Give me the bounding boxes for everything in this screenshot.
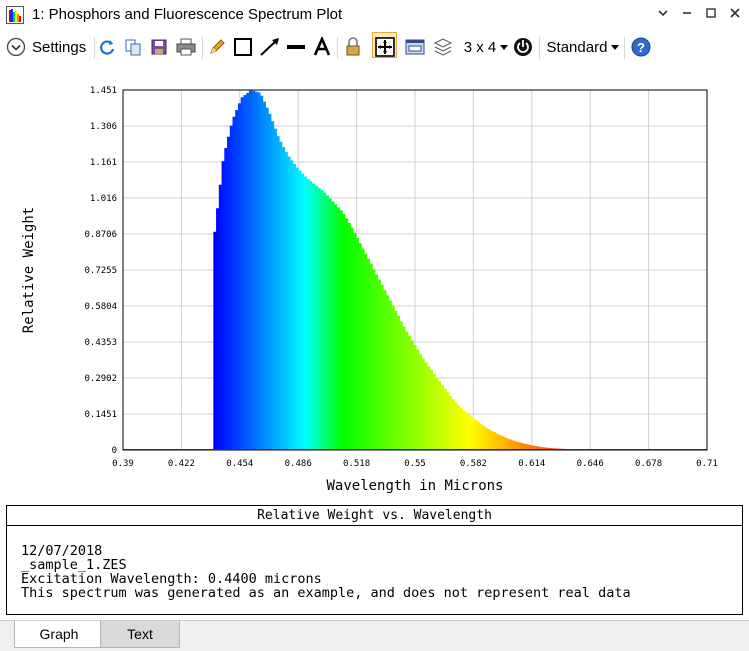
- y-tick-label: 1.451: [90, 86, 117, 96]
- caption-box: Relative Weight vs. Wavelength 12/07/201…: [6, 505, 743, 615]
- y-tick-label: 1.306: [90, 122, 117, 132]
- minimize-button[interactable]: [678, 6, 696, 24]
- tab-bar: Graph Text: [0, 620, 749, 651]
- dropdown-arrow-icon[interactable]: [654, 6, 672, 24]
- chevron-down-circle-icon: [6, 37, 26, 57]
- text-icon[interactable]: [311, 35, 333, 59]
- toolbar-separator: [337, 37, 338, 59]
- x-tick-label: 0.71: [696, 459, 718, 469]
- x-tick-label: 0.55: [404, 459, 426, 469]
- toolbar-separator: [202, 37, 203, 59]
- x-tick-label: 0.486: [285, 459, 312, 469]
- title-bar: 1: Phosphors and Fluorescence Spectrum P…: [0, 0, 749, 30]
- style-dropdown[interactable]: Standard: [546, 35, 620, 59]
- layout-dropdown[interactable]: 3 x 4: [462, 35, 510, 59]
- caret-down-icon: [611, 43, 619, 51]
- y-tick-label: 0: [112, 446, 117, 456]
- toolbar-separator: [539, 37, 540, 59]
- x-tick-label: 0.39: [112, 459, 134, 469]
- print-icon[interactable]: [175, 35, 197, 59]
- y-tick-label: 0.1451: [84, 410, 117, 420]
- lock-icon[interactable]: [343, 35, 363, 59]
- x-tick-label: 0.422: [168, 459, 195, 469]
- settings-label: Settings: [32, 39, 86, 56]
- arrow-icon[interactable]: [258, 35, 282, 59]
- maximize-button[interactable]: [702, 6, 720, 24]
- close-button[interactable]: [726, 6, 744, 24]
- window-title: 1: Phosphors and Fluorescence Spectrum P…: [32, 6, 342, 23]
- settings-button[interactable]: Settings: [6, 35, 94, 59]
- spectrum-app-icon: [6, 6, 24, 24]
- y-axis-label: Relative Weight: [21, 207, 37, 333]
- line-icon[interactable]: [285, 35, 307, 59]
- copy-icon[interactable]: [123, 35, 143, 59]
- svg-text:?: ?: [637, 40, 645, 55]
- caption-title: Relative Weight vs. Wavelength: [7, 506, 742, 526]
- rectangle-icon[interactable]: [232, 35, 254, 59]
- pencil-icon[interactable]: [207, 35, 227, 59]
- x-tick-label: 0.582: [460, 459, 487, 469]
- x-tick-label: 0.454: [226, 459, 253, 469]
- toolbar-separator: [624, 37, 625, 59]
- save-icon[interactable]: [149, 35, 169, 59]
- y-tick-label: 0.4353: [84, 338, 117, 348]
- power-icon[interactable]: [512, 35, 534, 59]
- y-tick-label: 0.7255: [84, 266, 117, 276]
- style-dropdown-label: Standard: [547, 39, 608, 56]
- y-tick-label: 1.016: [90, 194, 117, 204]
- x-tick-label: 0.614: [518, 459, 545, 469]
- y-tick-label: 0.5804: [84, 302, 117, 312]
- window-layout-icon[interactable]: [404, 35, 426, 59]
- x-tick-label: 0.678: [635, 459, 662, 469]
- zoom-icon[interactable]: [374, 35, 396, 59]
- x-tick-label: 0.518: [343, 459, 370, 469]
- help-icon[interactable]: ?: [630, 35, 652, 59]
- spectrum-chart: 0.39 0.422 0.454 0.486 0.518 0.55 0.582 0.614 0.…: [0, 63, 749, 504]
- tab-text[interactable]: Text: [100, 621, 180, 648]
- refresh-icon[interactable]: [97, 35, 117, 59]
- y-tick-label: 1.161: [90, 158, 117, 168]
- x-tick-label: 0.646: [577, 459, 604, 469]
- y-tick-label: 0.2902: [84, 374, 117, 384]
- plot-area: 0.39 0.422 0.454 0.486 0.518 0.55 0.582 0.614 0.…: [0, 63, 749, 504]
- x-axis-label: Wavelength in Microns: [326, 478, 503, 494]
- layers-icon[interactable]: [432, 35, 454, 59]
- tab-graph[interactable]: Graph: [14, 621, 104, 648]
- toolbar-separator: [94, 37, 95, 59]
- y-tick-label: 0.8706: [84, 230, 117, 240]
- layout-dropdown-label: 3 x 4: [464, 39, 497, 56]
- caret-down-icon: [500, 43, 508, 51]
- caption-note: This spectrum was generated as an exampl…: [21, 585, 631, 601]
